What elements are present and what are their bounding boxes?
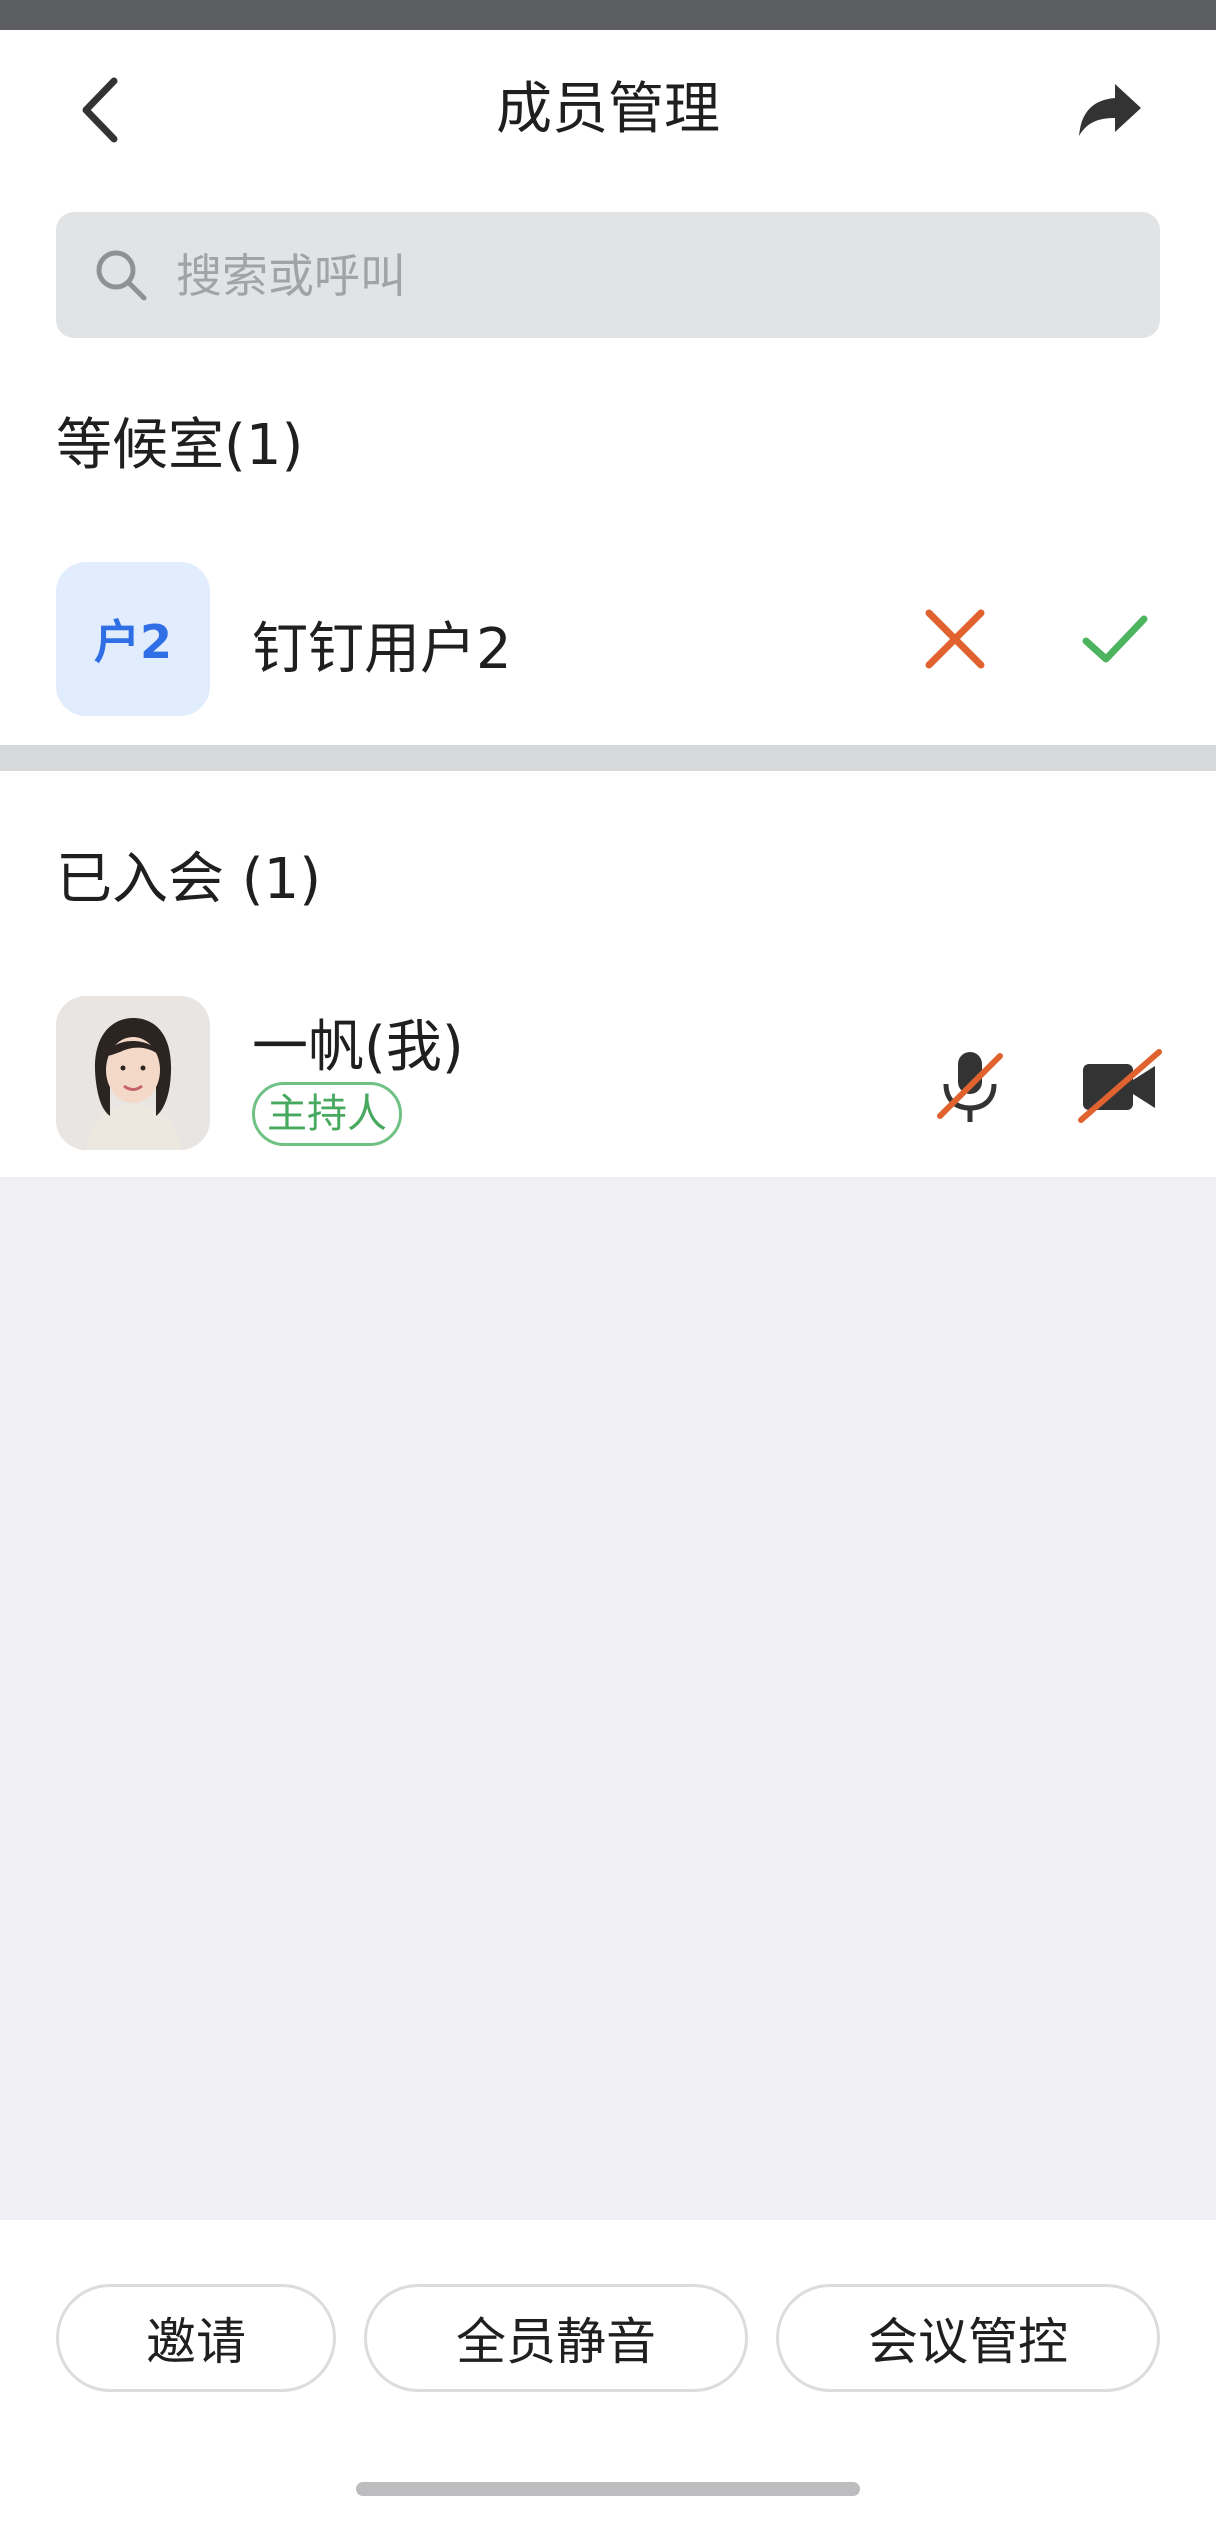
- waiting-member-row: 户2 钉钉用户2: [0, 562, 1216, 716]
- waiting-room-title: 等候室(1): [56, 413, 304, 478]
- joined-title: 已入会 (1): [56, 847, 322, 912]
- member-name: 钉钉用户2: [252, 617, 512, 682]
- avatar-photo-icon: [56, 996, 210, 1150]
- status-bar: [0, 0, 1216, 30]
- admit-button[interactable]: [1070, 594, 1160, 684]
- section-divider: [0, 745, 1216, 771]
- mic-toggle-button[interactable]: [930, 1046, 1010, 1126]
- page-title: 成员管理: [496, 77, 720, 142]
- search-input[interactable]: [174, 212, 1078, 340]
- avatar: [56, 996, 210, 1150]
- share-button[interactable]: [1070, 75, 1150, 145]
- search-bar[interactable]: [56, 212, 1160, 340]
- bottom-action-bar: 邀请 全员静音 会议管控: [0, 2220, 1216, 2523]
- microphone-muted-icon: [937, 1052, 1003, 1122]
- camera-off-icon: [1078, 1049, 1162, 1123]
- camera-toggle-button[interactable]: [1075, 1046, 1165, 1126]
- home-indicator: [356, 2482, 860, 2496]
- invite-button[interactable]: 邀请: [56, 2284, 336, 2392]
- avatar: 户2: [56, 562, 210, 716]
- host-badge: 主持人: [252, 1082, 402, 1146]
- mute-all-button[interactable]: 全员静音: [364, 2284, 748, 2392]
- search-icon: [96, 250, 147, 301]
- reject-button[interactable]: [910, 594, 1000, 684]
- meeting-control-button[interactable]: 会议管控: [776, 2284, 1160, 2392]
- joined-member-row[interactable]: 一帆(我) 主持人: [0, 996, 1216, 1150]
- close-icon: [925, 609, 985, 669]
- check-icon: [1082, 615, 1148, 663]
- member-name: 一帆(我): [252, 1015, 464, 1080]
- share-icon: [1079, 84, 1141, 136]
